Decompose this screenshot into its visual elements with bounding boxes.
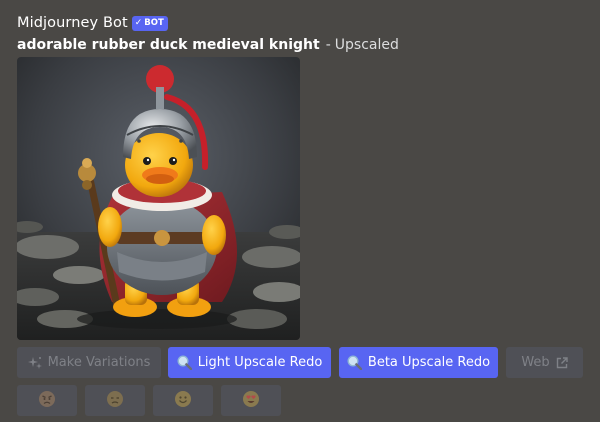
verified-check-icon: ✓: [134, 17, 143, 28]
bot-tag-label: BOT: [144, 17, 164, 28]
web-link-button[interactable]: Web: [506, 347, 583, 378]
external-link-icon: [556, 356, 568, 369]
beta-upscale-redo-label: Beta Upscale Redo: [367, 355, 491, 370]
separator: -: [325, 37, 331, 53]
make-variations-button[interactable]: Make Variations: [17, 347, 161, 378]
make-variations-label: Make Variations: [47, 355, 151, 370]
reaction-angry-button[interactable]: [17, 385, 77, 416]
angry-face-icon: [38, 390, 56, 412]
message: Midjourney Bot ✓ BOT adorable rubber duc…: [0, 0, 600, 422]
bot-tag: ✓ BOT: [131, 15, 168, 31]
light-upscale-redo-button[interactable]: Light Upscale Redo: [168, 347, 331, 378]
message-header: Midjourney Bot ✓ BOT: [17, 12, 168, 34]
sparkles-icon: [27, 356, 42, 370]
heart-eyes-face-icon: [242, 390, 260, 412]
reaction-smiling-button[interactable]: [153, 385, 213, 416]
prompt-text: adorable rubber duck medieval knight: [17, 37, 320, 53]
magnifier-icon: [347, 355, 362, 370]
reaction-heart-eyes-button[interactable]: [221, 385, 281, 416]
duck-knight-illustration: [17, 57, 300, 340]
web-label: Web: [521, 355, 550, 370]
beta-upscale-redo-button[interactable]: Beta Upscale Redo: [339, 347, 498, 378]
status-text: Upscaled: [334, 37, 399, 53]
smiling-face-icon: [174, 390, 192, 412]
upscaled-image[interactable]: [17, 57, 300, 340]
light-upscale-redo-label: Light Upscale Redo: [197, 355, 323, 370]
magnifier-icon: [177, 355, 192, 370]
reaction-disappointed-button[interactable]: [85, 385, 145, 416]
author-name[interactable]: Midjourney Bot: [17, 15, 128, 31]
disappointed-face-icon: [106, 390, 124, 412]
message-content: adorable rubber duck medieval knight - U…: [17, 35, 399, 55]
